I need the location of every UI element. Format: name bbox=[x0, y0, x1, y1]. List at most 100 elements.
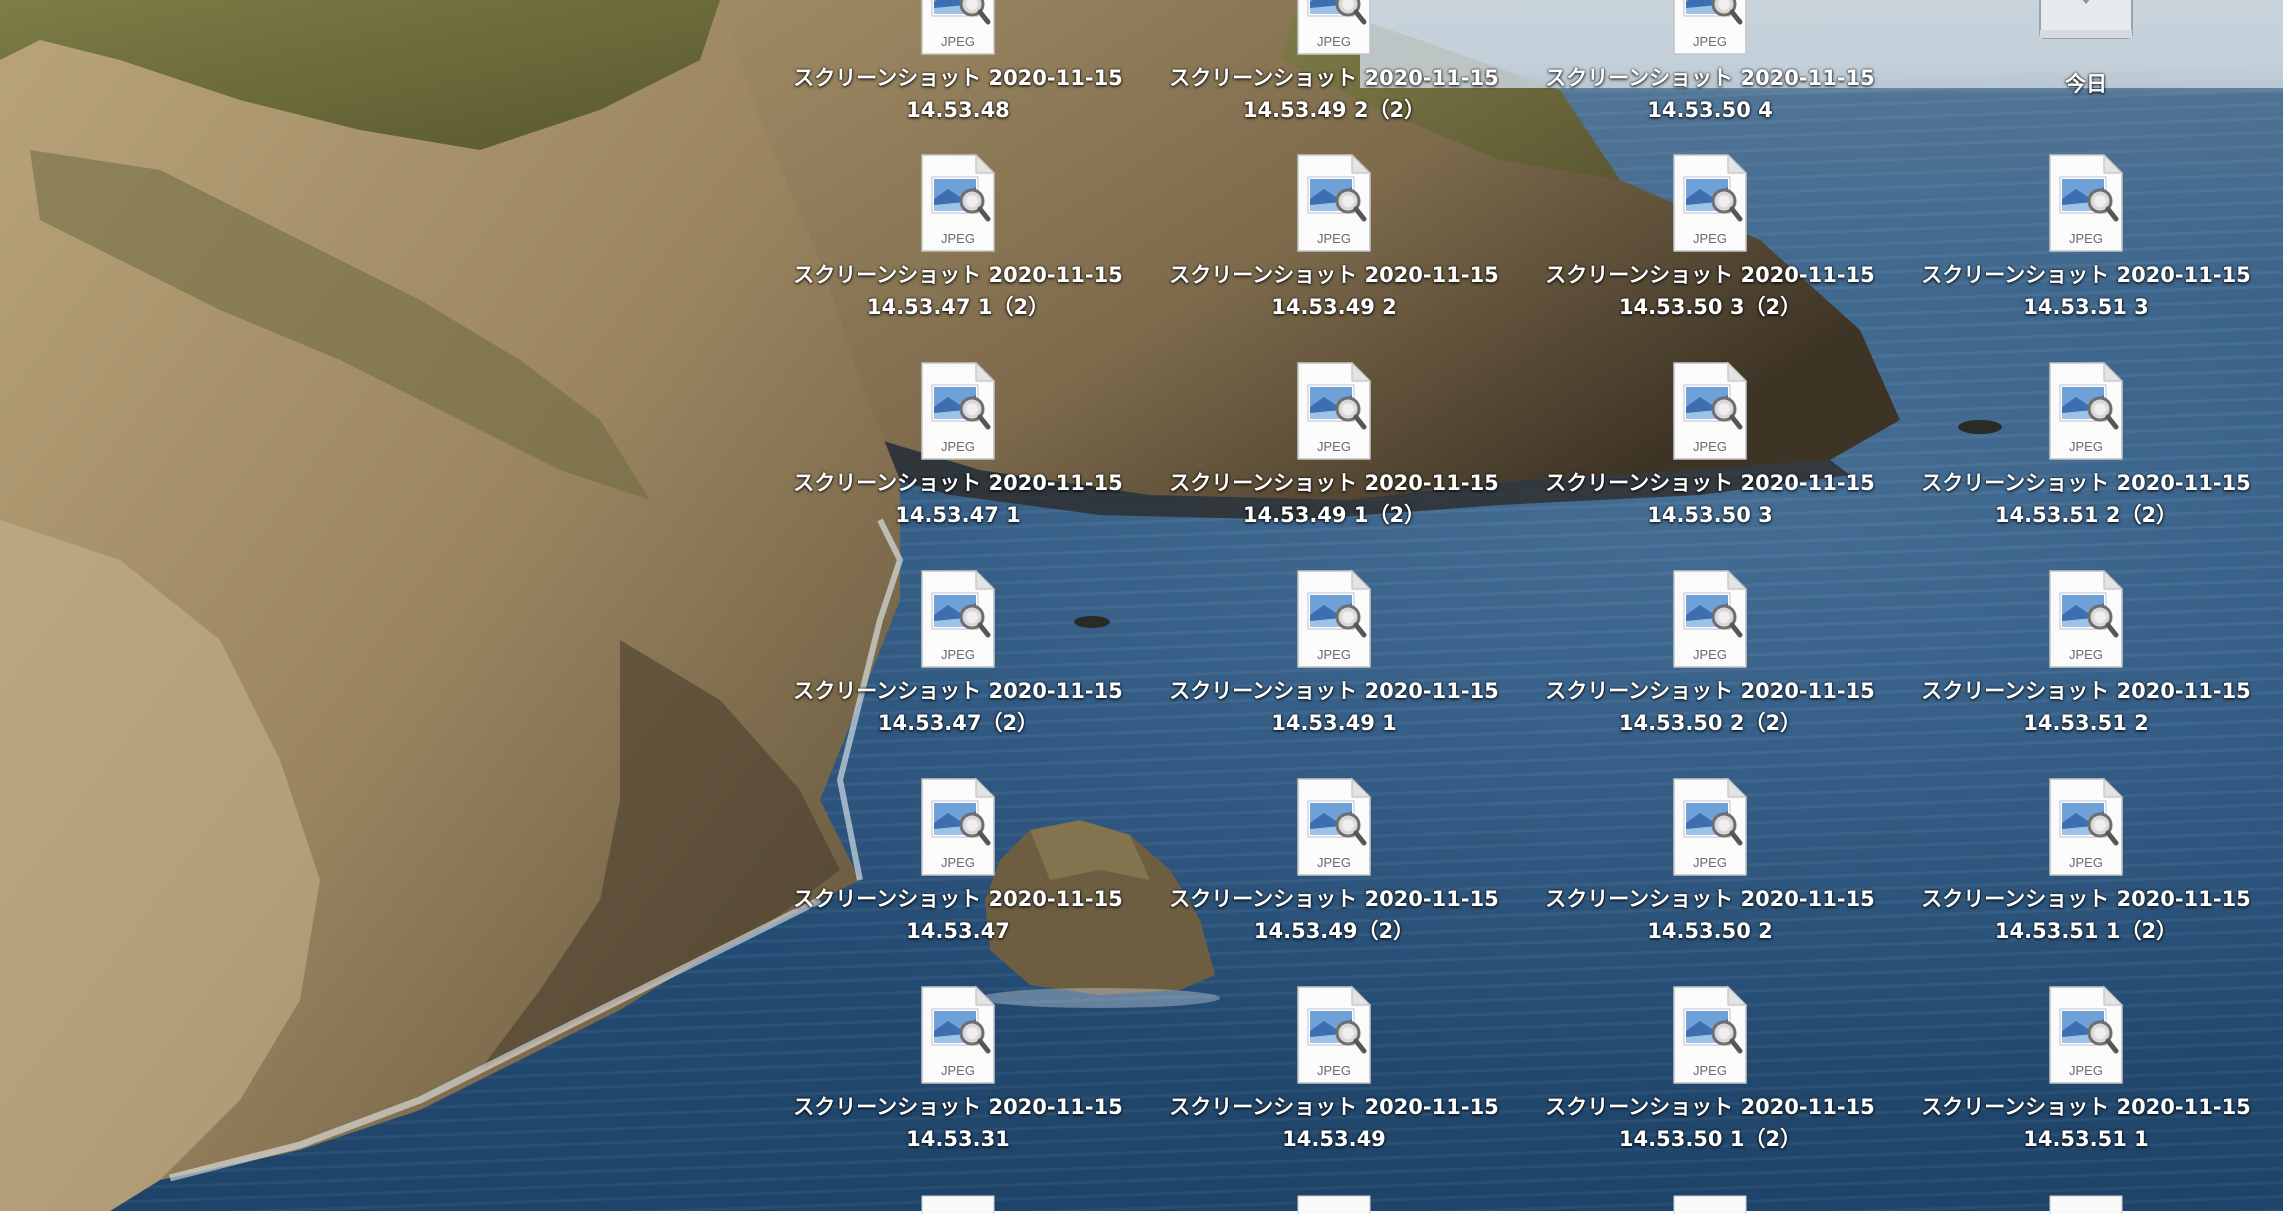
file-type-tag: JPEG bbox=[941, 647, 975, 662]
jpeg-file-icon bbox=[921, 1195, 995, 1214]
file-name-line1: スクリーンショット 2020-11-15 bbox=[1545, 679, 1875, 703]
file-type-tag: JPEG bbox=[2069, 439, 2103, 454]
desktop-file-item[interactable]: JPEG スクリーンショット 2020-11-15 14.53.47（2） bbox=[778, 569, 1138, 749]
desktop-file-item[interactable]: JPEG スクリーンショット 2020-11-15 14.53.50 1（2） bbox=[1530, 985, 1890, 1165]
file-name-line2: 14.53.51 2 bbox=[2023, 711, 2149, 735]
desktop-folder-today[interactable]: 今日 bbox=[1906, 0, 2266, 100]
jpeg-file-icon: JPEG bbox=[1297, 985, 1372, 1084]
jpeg-file-icon: JPEG bbox=[1673, 0, 1747, 55]
folder-label: 今日 bbox=[2065, 72, 2107, 96]
desktop-file-item[interactable]: JPEG スクリーンショット 2020-11-15 14.53.50 3（2） bbox=[1530, 153, 1890, 333]
desktop-file-item[interactable]: JPEG スクリーンショット 2020-11-15 14.53.31 bbox=[778, 985, 1138, 1165]
desktop-file-item[interactable]: JPEG スクリーンショット 2020-11-15 14.53.47 1 bbox=[778, 361, 1138, 541]
file-type-tag: JPEG bbox=[1693, 855, 1727, 870]
file-name-line2: 14.53.49 2（2） bbox=[1242, 98, 1426, 122]
file-name-line1: スクリーンショット 2020-11-15 bbox=[793, 887, 1123, 911]
file-name-line2: 14.53.50 4 bbox=[1647, 98, 1773, 122]
file-type-tag: JPEG bbox=[2069, 647, 2103, 662]
jpeg-file-icon: JPEG bbox=[1297, 777, 1372, 876]
file-name-line2: 14.53.47（2） bbox=[877, 711, 1039, 735]
desktop-file-item[interactable]: JPEG スクリーンショット 2020-11-15 14.53.50 3 bbox=[1530, 361, 1890, 541]
jpeg-file-icon: JPEG bbox=[921, 777, 996, 876]
jpeg-file-icon: JPEG bbox=[921, 985, 996, 1084]
file-name-line2: 14.53.50 2（2） bbox=[1618, 711, 1802, 735]
file-name-line2: 14.53.50 3（2） bbox=[1618, 295, 1802, 319]
file-name-line1: スクリーンショット 2020-11-15 bbox=[793, 1095, 1123, 1119]
file-type-tag: JPEG bbox=[1693, 231, 1727, 246]
desktop-file-item[interactable]: JPEG スクリーンショット 2020-11-15 14.53.51 1（2） bbox=[1906, 777, 2266, 957]
folder-icon bbox=[2039, 0, 2133, 39]
file-type-tag: JPEG bbox=[941, 34, 975, 49]
file-type-tag: JPEG bbox=[1317, 855, 1351, 870]
desktop-file-item[interactable]: JPEG スクリーンショット 2020-11-15 14.53.51 2（2） bbox=[1906, 361, 2266, 541]
file-name-line2: 14.53.47 1 bbox=[895, 503, 1021, 527]
file-type-tag: JPEG bbox=[1317, 231, 1351, 246]
file-type-tag: JPEG bbox=[1317, 34, 1351, 49]
jpeg-file-icon: JPEG bbox=[1673, 569, 1748, 668]
file-name-line1: スクリーンショット 2020-11-15 bbox=[1921, 887, 2251, 911]
desktop-file-item[interactable]: JPEG スクリーンショット 2020-11-15 14.53.49 2 bbox=[1154, 153, 1514, 333]
desktop-file-item[interactable]: JPEG スクリーンショット 2020-11-15 14.53.47 1（2） bbox=[778, 153, 1138, 333]
jpeg-file-icon: JPEG bbox=[1673, 153, 1748, 252]
file-name-line2: 14.53.50 3 bbox=[1647, 503, 1773, 527]
file-name-line2: 14.53.50 1（2） bbox=[1618, 1127, 1802, 1151]
file-type-tag: JPEG bbox=[1317, 439, 1351, 454]
jpeg-file-icon: JPEG bbox=[2049, 985, 2124, 1084]
file-name-line1: スクリーンショット 2020-11-15 bbox=[1921, 679, 2251, 703]
desktop-file-item[interactable]: JPEG スクリーンショット 2020-11-15 14.53.47 bbox=[778, 777, 1138, 957]
desktop-file-item[interactable]: JPEG スクリーンショット 2020-11-15 14.53.50 4 bbox=[1530, 0, 1890, 136]
desktop-file-item[interactable]: JPEG スクリーンショット 2020-11-15 14.53.49 2（2） bbox=[1154, 0, 1514, 136]
file-type-tag: JPEG bbox=[1317, 1063, 1351, 1078]
jpeg-file-icon: JPEG bbox=[1673, 361, 1748, 460]
desktop-file-item[interactable]: JPEG スクリーンショット 2020-11-15 14.53.49（2） bbox=[1154, 777, 1514, 957]
file-type-tag: JPEG bbox=[2069, 1063, 2103, 1078]
file-name-line1: スクリーンショット 2020-11-15 bbox=[1169, 1095, 1499, 1119]
jpeg-file-icon: JPEG bbox=[1297, 153, 1372, 252]
file-name-line1: スクリーンショット 2020-11-15 bbox=[1169, 263, 1499, 287]
desktop-file-item[interactable]: JPEG スクリーンショット 2020-11-15 14.53.49 1（2） bbox=[1154, 361, 1514, 541]
file-name-line2: 14.53.51 1 bbox=[2023, 1127, 2149, 1151]
desktop-file-item[interactable]: JPEG スクリーンショット 2020-11-15 14.53.49 bbox=[1154, 985, 1514, 1165]
jpeg-file-icon: JPEG bbox=[2049, 361, 2124, 460]
file-name-line2: 14.53.48 bbox=[906, 98, 1010, 122]
jpeg-file-icon: JPEG bbox=[1673, 985, 1748, 1084]
file-name-line1: スクリーンショット 2020-11-15 bbox=[1545, 66, 1875, 90]
desktop-file-item[interactable]: JPEG スクリーンショット 2020-11-15 14.53.51 1 bbox=[1906, 985, 2266, 1165]
file-name-line1: スクリーンショット 2020-11-15 bbox=[1921, 263, 2251, 287]
jpeg-file-icon bbox=[1673, 1195, 1747, 1214]
jpeg-file-icon bbox=[2049, 1195, 2123, 1214]
desktop-file-item[interactable]: JPEG スクリーンショット 2020-11-15 14.53.51 2 bbox=[1906, 569, 2266, 749]
file-name-line2: 14.53.51 2（2） bbox=[1994, 503, 2178, 527]
file-name-line2: 14.53.47 bbox=[906, 919, 1010, 943]
jpeg-file-icon: JPEG bbox=[921, 361, 996, 460]
desktop-file-item[interactable]: JPEG スクリーンショット 2020-11-15 14.53.51 3 bbox=[1906, 153, 2266, 333]
jpeg-file-icon: JPEG bbox=[921, 153, 996, 252]
file-name-line1: スクリーンショット 2020-11-15 bbox=[1545, 471, 1875, 495]
jpeg-file-icon: JPEG bbox=[921, 0, 995, 55]
file-name-line1: スクリーンショット 2020-11-15 bbox=[793, 66, 1123, 90]
file-type-tag: JPEG bbox=[1693, 34, 1727, 49]
file-type-tag: JPEG bbox=[941, 855, 975, 870]
file-name-line1: スクリーンショット 2020-11-15 bbox=[1921, 1095, 2251, 1119]
desktop-file-item[interactable]: JPEG スクリーンショット 2020-11-15 14.53.48 bbox=[778, 0, 1138, 136]
file-name-line2: 14.53.31 bbox=[906, 1127, 1010, 1151]
file-name-line2: 14.53.49 1 bbox=[1271, 711, 1397, 735]
file-type-tag: JPEG bbox=[1693, 1063, 1727, 1078]
desktop-file-item[interactable]: JPEG スクリーンショット 2020-11-15 14.53.49 1 bbox=[1154, 569, 1514, 749]
file-name-line1: スクリーンショット 2020-11-15 bbox=[793, 263, 1123, 287]
desktop-file-item[interactable]: JPEG スクリーンショット 2020-11-15 14.53.50 2 bbox=[1530, 777, 1890, 957]
jpeg-file-icon bbox=[1297, 1195, 1371, 1214]
jpeg-file-icon: JPEG bbox=[1297, 0, 1371, 55]
file-name-line2: 14.53.49 bbox=[1282, 1127, 1386, 1151]
desktop-file-item[interactable]: JPEG スクリーンショット 2020-11-15 14.53.50 2（2） bbox=[1530, 569, 1890, 749]
file-name-line2: 14.53.49 1（2） bbox=[1242, 503, 1426, 527]
file-name-line1: スクリーンショット 2020-11-15 bbox=[793, 679, 1123, 703]
file-type-tag: JPEG bbox=[1693, 647, 1727, 662]
jpeg-file-icon: JPEG bbox=[1673, 777, 1748, 876]
jpeg-file-icon: JPEG bbox=[1297, 569, 1372, 668]
file-name-line2: 14.53.49（2） bbox=[1253, 919, 1415, 943]
file-name-line1: スクリーンショット 2020-11-15 bbox=[1169, 66, 1499, 90]
file-type-tag: JPEG bbox=[941, 1063, 975, 1078]
file-name-line1: スクリーンショット 2020-11-15 bbox=[1545, 887, 1875, 911]
file-type-tag: JPEG bbox=[1317, 647, 1351, 662]
